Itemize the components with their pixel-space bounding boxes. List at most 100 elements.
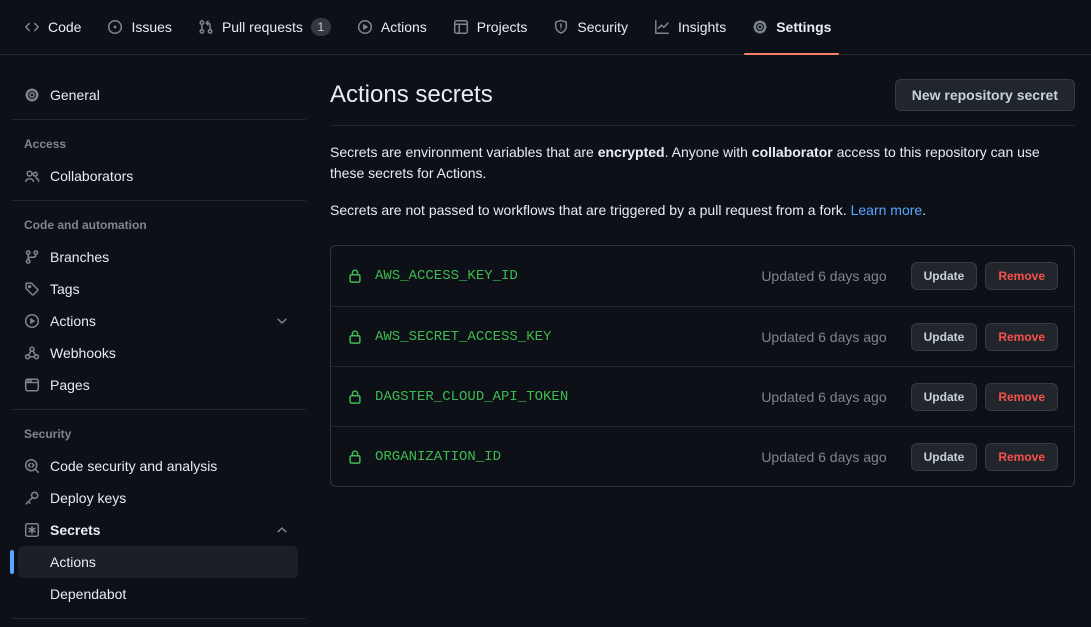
nav-tab-security[interactable]: Security [545,0,636,54]
secrets-description: Secrets are environment variables that a… [330,142,1075,184]
sidebar-item-branches[interactable]: Branches [8,241,306,273]
play-icon [357,19,373,35]
nav-tab-label: Projects [477,19,528,35]
sidebar-item-label: Deploy keys [50,490,126,506]
update-secret-button[interactable]: Update [911,323,978,351]
nav-tab-code[interactable]: Code [16,0,89,54]
secret-name: ORGANIZATION_ID [375,449,761,465]
sidebar-item-webhooks[interactable]: Webhooks [8,337,306,369]
nav-tab-settings[interactable]: Settings [744,0,839,54]
sidebar-item-label: Tags [50,281,80,297]
secret-name: DAGSTER_CLOUD_API_TOKEN [375,389,761,405]
repo-nav: Code Issues Pull requests 1 Actions Proj… [0,0,1091,55]
table-icon [453,19,469,35]
learn-more-link[interactable]: Learn more [851,202,923,218]
update-secret-button[interactable]: Update [911,383,978,411]
nav-tab-label: Pull requests [222,19,303,35]
sidebar-item-actions[interactable]: Actions [8,305,306,337]
gear-icon [752,19,768,35]
secret-updated: Updated 6 days ago [761,449,886,465]
sidebar-item-label: Webhooks [50,345,116,361]
secret-row: DAGSTER_CLOUD_API_TOKEN Updated 6 days a… [331,366,1074,426]
remove-secret-button[interactable]: Remove [985,323,1058,351]
remove-secret-button[interactable]: Remove [985,262,1058,290]
key-asterisk-icon [24,522,40,538]
tag-icon [24,281,40,297]
lock-icon [347,329,363,345]
nav-tab-pull-requests[interactable]: Pull requests 1 [190,0,339,54]
chevron-up-icon [274,522,290,538]
sidebar-divider [11,618,306,619]
code-icon [24,19,40,35]
gear-icon [24,87,40,103]
update-secret-button[interactable]: Update [911,262,978,290]
secret-name: AWS_ACCESS_KEY_ID [375,268,761,284]
sidebar-divider [11,200,306,201]
fork-note-period: . [922,202,926,218]
sidebar-item-deploy-keys[interactable]: Deploy keys [8,482,306,514]
pr-count-badge: 1 [311,18,331,36]
sidebar-item-tags[interactable]: Tags [8,273,306,305]
sidebar-section-access: Access [8,128,306,160]
description-text: Secrets are environment variables that a… [330,144,598,160]
sidebar-item-code-security[interactable]: Code security and analysis [8,450,306,482]
chevron-down-icon [274,313,290,329]
lock-icon [347,389,363,405]
nav-tab-label: Actions [381,19,427,35]
fork-note-text: Secrets are not passed to workflows that… [330,202,847,218]
sidebar-item-general[interactable]: General [8,79,306,111]
shield-icon [553,19,569,35]
settings-sidebar: General Access Collaborators Code and au… [8,79,306,627]
sidebar-item-secrets-actions[interactable]: Actions [18,546,298,578]
description-text: . Anyone with [665,144,752,160]
play-icon [24,313,40,329]
sidebar-divider [11,119,306,120]
fork-note: Secrets are not passed to workflows that… [330,200,1075,221]
nav-tab-label: Security [577,19,628,35]
page-title: Actions secrets [330,79,493,111]
sidebar-item-secrets-dependabot[interactable]: Dependabot [8,578,306,610]
webhook-icon [24,345,40,361]
sidebar-item-label: Secrets [50,522,101,538]
codescan-icon [24,458,40,474]
secret-row: AWS_ACCESS_KEY_ID Updated 6 days ago Upd… [331,246,1074,306]
sidebar-item-label: General [50,87,100,103]
nav-tab-actions[interactable]: Actions [349,0,435,54]
lock-icon [347,449,363,465]
nav-tab-label: Insights [678,19,726,35]
remove-secret-button[interactable]: Remove [985,443,1058,471]
nav-tab-issues[interactable]: Issues [99,0,179,54]
secret-updated: Updated 6 days ago [761,329,886,345]
nav-tab-label: Code [48,19,81,35]
new-repository-secret-button[interactable]: New repository secret [895,79,1075,111]
remove-secret-button[interactable]: Remove [985,383,1058,411]
update-secret-button[interactable]: Update [911,443,978,471]
page-subhead: Actions secrets New repository secret [330,79,1075,126]
nav-tab-insights[interactable]: Insights [646,0,734,54]
graph-icon [654,19,670,35]
nav-tab-projects[interactable]: Projects [445,0,536,54]
nav-tab-label: Issues [131,19,171,35]
issue-opened-icon [107,19,123,35]
sidebar-item-label: Actions [50,313,96,329]
actions-secrets-panel: Actions secrets New repository secret Se… [306,55,1091,487]
people-icon [24,168,40,184]
sidebar-section-code-automation: Code and automation [8,209,306,241]
browser-icon [24,377,40,393]
sidebar-item-collaborators[interactable]: Collaborators [8,160,306,192]
key-icon [24,490,40,506]
secret-row: ORGANIZATION_ID Updated 6 days ago Updat… [331,426,1074,486]
git-branch-icon [24,249,40,265]
description-bold-encrypted: encrypted [598,144,665,160]
sidebar-divider [11,409,306,410]
sidebar-item-label: Branches [50,249,109,265]
sidebar-item-secrets[interactable]: Secrets [8,514,306,546]
sidebar-item-pages[interactable]: Pages [8,369,306,401]
sidebar-item-label: Collaborators [50,168,133,184]
sidebar-item-label: Code security and analysis [50,458,217,474]
sidebar-item-label: Actions [50,554,96,570]
secret-updated: Updated 6 days ago [761,268,886,284]
nav-tab-label: Settings [776,19,831,35]
secret-name: AWS_SECRET_ACCESS_KEY [375,329,761,345]
secret-row: AWS_SECRET_ACCESS_KEY Updated 6 days ago… [331,306,1074,366]
